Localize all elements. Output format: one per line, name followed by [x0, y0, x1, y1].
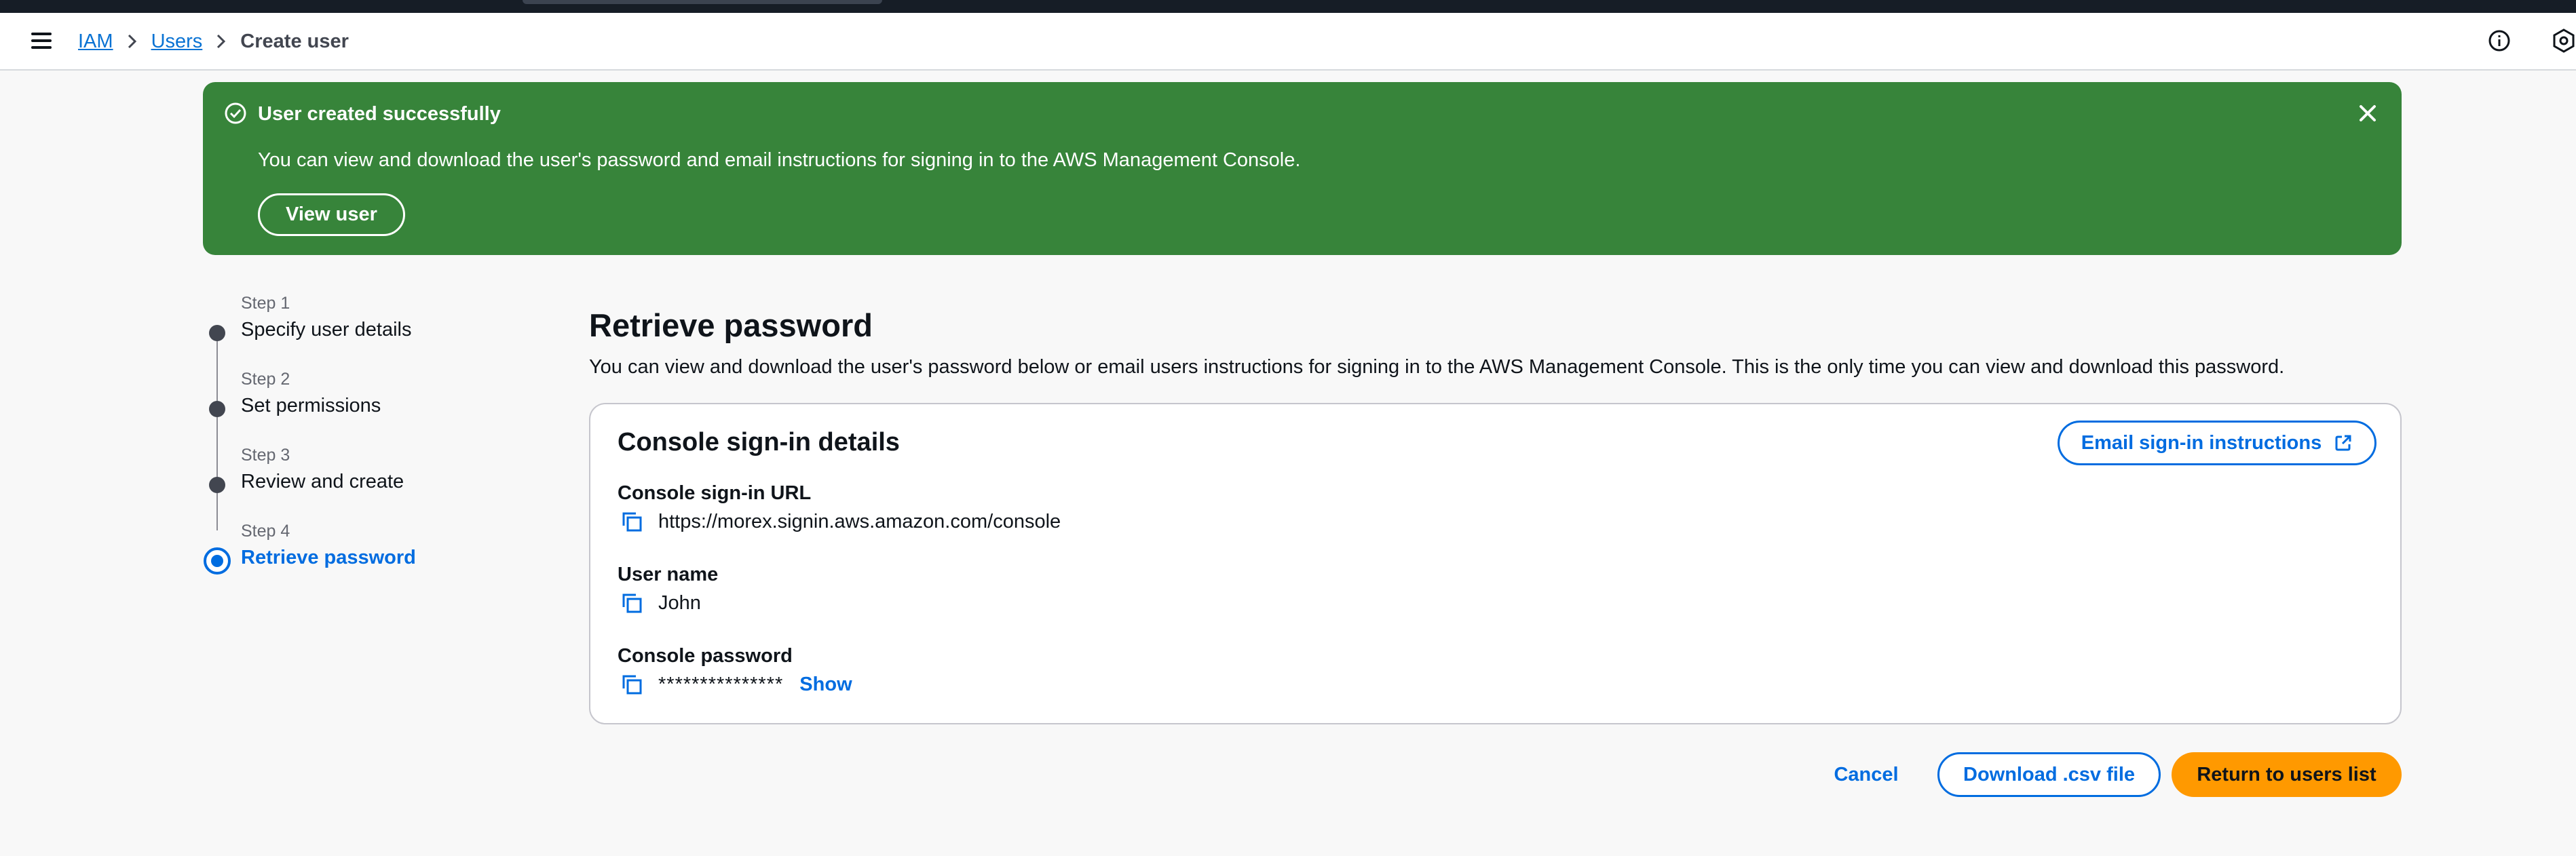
check-circle-icon	[223, 101, 248, 125]
copy-icon[interactable]	[619, 672, 645, 697]
sign-in-url-field: Console sign-in URL https://morex.signin…	[618, 482, 1839, 534]
close-icon[interactable]	[2354, 100, 2381, 127]
download-csv-button[interactable]: Download .csv file	[1937, 752, 2161, 797]
step-dot	[209, 325, 225, 341]
step-number: Step 3	[241, 446, 290, 465]
steps-connector	[216, 334, 218, 530]
step-dot-active	[204, 547, 231, 575]
copy-icon[interactable]	[619, 509, 645, 534]
wizard-steps: Step 1 Specify user details Step 2 Set p…	[203, 293, 556, 578]
show-password-link[interactable]: Show	[799, 674, 852, 696]
email-sign-in-instructions-button[interactable]: Email sign-in instructions	[2058, 421, 2376, 465]
step-2[interactable]: Step 2 Set permissions	[203, 369, 556, 423]
step-dot	[209, 477, 225, 493]
page-title: Retrieve password	[589, 307, 873, 343]
info-icon[interactable]	[2488, 29, 2511, 52]
user-name-field: User name John	[618, 563, 1839, 616]
step-title[interactable]: Set permissions	[241, 394, 381, 417]
step-number: Step 4	[241, 522, 290, 541]
step-number: Step 1	[241, 294, 290, 313]
password-masked-value: ***************	[658, 674, 784, 695]
sign-in-url-value: https://morex.signin.aws.amazon.com/cons…	[658, 511, 1061, 532]
settings-icon[interactable]	[2552, 28, 2576, 54]
step-dot	[209, 401, 225, 417]
user-name-value: John	[658, 592, 701, 614]
step-number: Step 2	[241, 370, 290, 389]
success-flash-banner: User created successfully You can view a…	[203, 82, 2402, 255]
chevron-right-icon	[202, 33, 240, 50]
page-description: You can view and download the user's pas…	[589, 356, 2285, 378]
field-label: Console password	[618, 645, 793, 667]
step-4: Step 4 Retrieve password	[203, 521, 556, 575]
flash-message: You can view and download the user's pas…	[258, 149, 1301, 171]
email-button-label: Email sign-in instructions	[2081, 431, 2322, 454]
breadcrumb-current: Create user	[240, 30, 349, 52]
step-1[interactable]: Step 1 Specify user details	[203, 293, 556, 347]
breadcrumb: IAM Users Create user	[78, 28, 349, 55]
copy-icon[interactable]	[619, 590, 645, 616]
field-label: User name	[618, 564, 719, 585]
breadcrumb-iam[interactable]: IAM	[78, 31, 113, 53]
console-password-field: Console password *************** Show	[618, 644, 1839, 697]
step-3[interactable]: Step 3 Review and create	[203, 445, 556, 499]
menu-icon[interactable]	[31, 33, 52, 49]
step-title-active: Retrieve password	[241, 547, 416, 568]
console-sign-in-card: Console sign-in details Email sign-in in…	[589, 403, 2402, 724]
card-title: Console sign-in details	[618, 428, 900, 456]
browser-top-strip	[0, 0, 2576, 13]
flash-title: User created successfully	[258, 103, 501, 125]
top-navigation: IAM Users Create user	[0, 13, 2576, 71]
chevron-right-icon	[113, 33, 151, 50]
view-user-button[interactable]: View user	[258, 193, 405, 236]
external-link-icon	[2335, 435, 2351, 451]
cancel-button[interactable]: Cancel	[1819, 752, 1914, 797]
step-title[interactable]: Review and create	[241, 470, 404, 493]
breadcrumb-users[interactable]: Users	[151, 31, 203, 53]
step-title[interactable]: Specify user details	[241, 318, 411, 341]
return-to-users-list-button[interactable]: Return to users list	[2172, 752, 2402, 797]
field-label: Console sign-in URL	[618, 482, 812, 504]
browser-tab-hint	[523, 0, 882, 4]
